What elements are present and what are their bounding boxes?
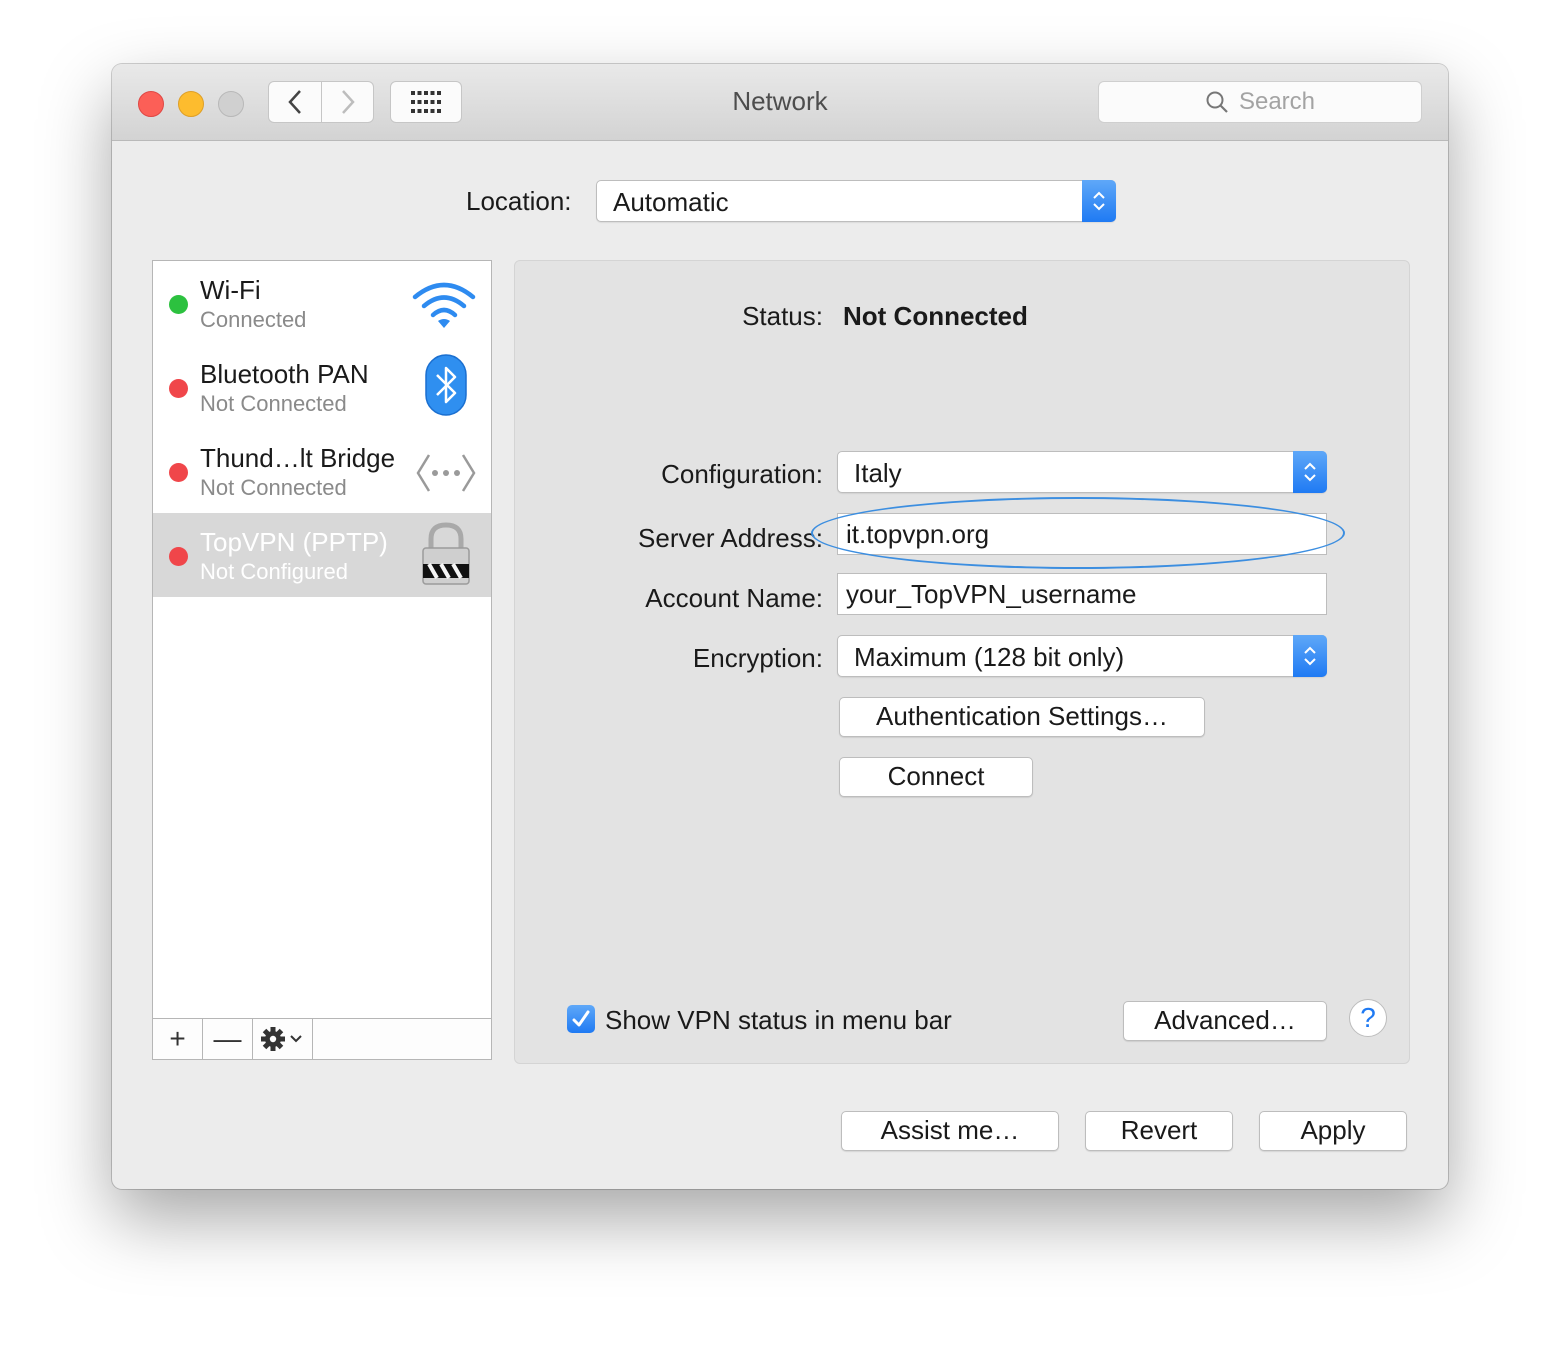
status-value: Not Connected bbox=[843, 301, 1028, 331]
popup-arrows-icon bbox=[1293, 451, 1327, 493]
location-popup[interactable]: Automatic bbox=[596, 180, 1116, 222]
status-dot bbox=[169, 379, 188, 398]
service-detail-panel: Status: Not Connected Configuration: Ita… bbox=[514, 260, 1410, 1064]
action-menu-button[interactable] bbox=[253, 1019, 313, 1059]
show-vpn-status-checkbox[interactable] bbox=[567, 1005, 595, 1033]
service-status: Not Connected bbox=[200, 475, 347, 500]
service-status: Connected bbox=[200, 307, 307, 332]
location-value: Automatic bbox=[613, 187, 729, 217]
service-item-wifi[interactable]: Wi-Fi Connected bbox=[153, 261, 491, 345]
service-item-thunderbolt-bridge[interactable]: Thund…lt Bridge Not Connected bbox=[153, 429, 491, 513]
status-dot bbox=[169, 295, 188, 314]
chevron-down-icon bbox=[289, 1035, 302, 1043]
service-name: Thund…lt Bridge bbox=[200, 443, 396, 473]
account-name-label: Account Name: bbox=[645, 583, 823, 613]
server-address-label: Server Address: bbox=[638, 523, 823, 553]
connect-button[interactable]: Connect bbox=[839, 757, 1033, 797]
bluetooth-icon bbox=[425, 354, 467, 416]
search-icon bbox=[1206, 91, 1228, 113]
popup-arrows-icon bbox=[1082, 180, 1116, 222]
add-service-button[interactable]: + bbox=[153, 1019, 203, 1059]
configuration-popup[interactable]: Italy bbox=[837, 451, 1327, 493]
thunderbolt-bridge-icon bbox=[416, 454, 476, 492]
status-dot bbox=[169, 547, 188, 566]
encryption-label: Encryption: bbox=[692, 643, 823, 673]
revert-button[interactable]: Revert bbox=[1085, 1111, 1233, 1151]
search-field[interactable]: Search bbox=[1098, 81, 1422, 123]
location-label: Location: bbox=[466, 186, 572, 216]
remove-service-button[interactable]: — bbox=[203, 1019, 253, 1059]
wifi-icon bbox=[412, 282, 476, 328]
configuration-value: Italy bbox=[854, 458, 902, 488]
status-label: Status: bbox=[742, 301, 823, 331]
service-status: Not Configured bbox=[200, 559, 348, 584]
service-name: TopVPN (PPTP) bbox=[200, 527, 388, 557]
title-bar: Network Search bbox=[112, 64, 1448, 141]
advanced-button[interactable]: Advanced… bbox=[1123, 1001, 1327, 1041]
account-name-field[interactable]: your_TopVPN_username bbox=[837, 573, 1327, 615]
configuration-label: Configuration: bbox=[661, 459, 823, 489]
status-dot bbox=[169, 463, 188, 482]
service-name: Bluetooth PAN bbox=[200, 359, 369, 389]
search-placeholder: Search bbox=[1238, 88, 1316, 115]
encryption-popup[interactable]: Maximum (128 bit only) bbox=[837, 635, 1327, 677]
service-list: Wi-Fi Connected Bluetooth PAN Not Connec… bbox=[152, 260, 492, 1060]
encryption-value: Maximum (128 bit only) bbox=[854, 642, 1125, 672]
help-button[interactable]: ? bbox=[1349, 999, 1387, 1037]
network-preferences-window: Network Search Location: Automatic Wi-Fi… bbox=[112, 64, 1448, 1189]
vpn-lock-icon bbox=[422, 522, 470, 585]
service-item-topvpn-pptp[interactable]: TopVPN (PPTP) Not Configured bbox=[153, 513, 491, 597]
apply-button[interactable]: Apply bbox=[1259, 1111, 1407, 1151]
popup-arrows-icon bbox=[1293, 635, 1327, 677]
service-status: Not Connected bbox=[200, 391, 347, 416]
service-name: Wi-Fi bbox=[200, 275, 261, 305]
authentication-settings-button[interactable]: Authentication Settings… bbox=[839, 697, 1205, 737]
assist-me-button[interactable]: Assist me… bbox=[841, 1111, 1059, 1151]
checkmark-icon bbox=[572, 1010, 590, 1027]
service-item-bluetooth-pan[interactable]: Bluetooth PAN Not Connected bbox=[153, 345, 491, 429]
service-list-toolbar: + — bbox=[153, 1018, 491, 1059]
server-address-field[interactable]: it.topvpn.org bbox=[837, 513, 1327, 555]
gear-icon bbox=[260, 1027, 302, 1051]
show-vpn-status-label: Show VPN status in menu bar bbox=[605, 1005, 952, 1035]
